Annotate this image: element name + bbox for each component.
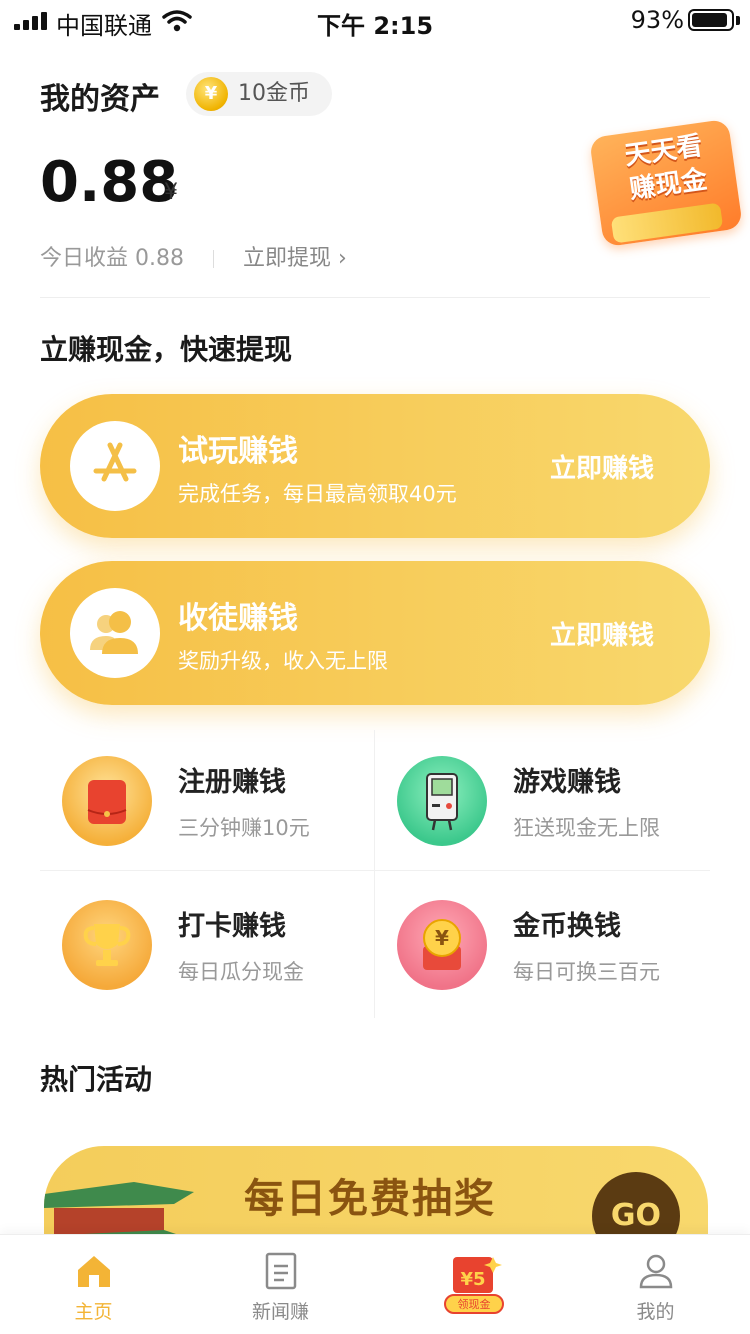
game-earn-item[interactable]: 游戏赚钱 狂送现金无上限: [375, 730, 710, 874]
game-console-icon: [397, 756, 487, 846]
recruit-earn-card[interactable]: 收徒赚钱 奖励升级，收入无上限 立即赚钱: [40, 561, 710, 705]
card-subtitle: 奖励升级，收入无上限: [178, 649, 388, 673]
tab-label: 主页: [74, 1301, 113, 1323]
earn-now-button[interactable]: 立即赚钱: [550, 448, 654, 485]
tab-news[interactable]: 新闻赚: [187, 1235, 374, 1334]
today-earnings-row: 今日收益 0.88 立即提现 ›: [40, 240, 347, 272]
watch-earn-promo-badge[interactable]: 天天看 赚现金: [582, 118, 744, 248]
assets-title: 我的资产: [40, 82, 160, 117]
grid-item-subtitle: 三分钟赚10元: [178, 816, 310, 840]
balance-amount: 0.88: [40, 150, 179, 215]
register-earn-item[interactable]: 注册赚钱 三分钟赚10元: [40, 730, 375, 874]
battery-percentage: 93%: [630, 6, 684, 34]
red-envelope-icon: [62, 756, 152, 846]
grid-item-subtitle: 每日可换三百元: [513, 960, 660, 984]
battery-cap: [736, 16, 740, 25]
news-icon: [265, 1252, 297, 1290]
app-store-icon: [70, 421, 160, 511]
earn-methods-grid: 注册赚钱 三分钟赚10元 游戏赚钱 狂送现金无上限 打卡赚钱 每日瓜分现金 ¥ …: [40, 730, 710, 1018]
card-title: 收徒赚钱: [178, 601, 298, 636]
banner-title: 每日免费抽奖: [244, 1176, 496, 1222]
tab-home[interactable]: 主页: [0, 1235, 187, 1334]
withdraw-link[interactable]: 立即提现 ›: [243, 246, 347, 271]
coin-count: 10金币: [238, 81, 310, 106]
grid-item-subtitle: 每日瓜分现金: [178, 960, 304, 984]
card-title: 试玩赚钱: [178, 434, 298, 469]
home-icon: [78, 1256, 110, 1287]
coin-icon: ¥: [194, 77, 228, 111]
grid-item-title: 注册赚钱: [178, 767, 286, 798]
coin-exchange-icon: ¥: [397, 900, 487, 990]
tab-label: 我的: [636, 1301, 675, 1323]
separator: [212, 250, 214, 268]
today-earnings: 今日收益 0.88: [40, 246, 184, 271]
red-envelope-icon: ¥5 领现金: [444, 1257, 504, 1314]
trophy-icon: [62, 900, 152, 990]
currency-symbol: ¥: [164, 180, 178, 205]
badge-label: 领现金: [458, 1297, 491, 1311]
coin-exchange-item[interactable]: ¥ 金币换钱 每日可换三百元: [375, 874, 710, 1018]
badge-amount: ¥5: [460, 1269, 485, 1290]
tab-label: 新闻赚: [251, 1301, 309, 1323]
grid-item-title: 游戏赚钱: [513, 767, 621, 798]
earn-section-title: 立赚现金，快速提现: [40, 333, 293, 366]
profile-icon: [639, 1254, 673, 1289]
hot-activities-title: 热门活动: [40, 1063, 153, 1096]
earn-now-button[interactable]: 立即赚钱: [550, 615, 654, 652]
grid-item-subtitle: 狂送现金无上限: [513, 816, 660, 840]
divider: [40, 297, 710, 298]
checkin-earn-item[interactable]: 打卡赚钱 每日瓜分现金: [40, 874, 375, 1018]
tab-claim-cash[interactable]: ¥5 领现金: [375, 1235, 562, 1334]
user-icon: [70, 588, 160, 678]
status-bar: 中国联通 下午 2:15 93%: [0, 0, 750, 42]
card-subtitle: 完成任务，每日最高领取40元: [178, 482, 457, 506]
trial-earn-card[interactable]: 试玩赚钱 完成任务，每日最高领取40元 立即赚钱: [40, 394, 710, 538]
grid-item-title: 打卡赚钱: [178, 911, 286, 942]
tab-profile[interactable]: 我的: [562, 1235, 749, 1334]
bottom-tab-bar: 主页 新闻赚 ¥5 领现金 我的: [0, 1234, 750, 1334]
svg-text:¥: ¥: [435, 926, 449, 950]
grid-item-title: 金币换钱: [513, 911, 621, 942]
battery-icon: [688, 9, 734, 31]
coin-balance-pill[interactable]: ¥ 10金币: [186, 72, 332, 116]
